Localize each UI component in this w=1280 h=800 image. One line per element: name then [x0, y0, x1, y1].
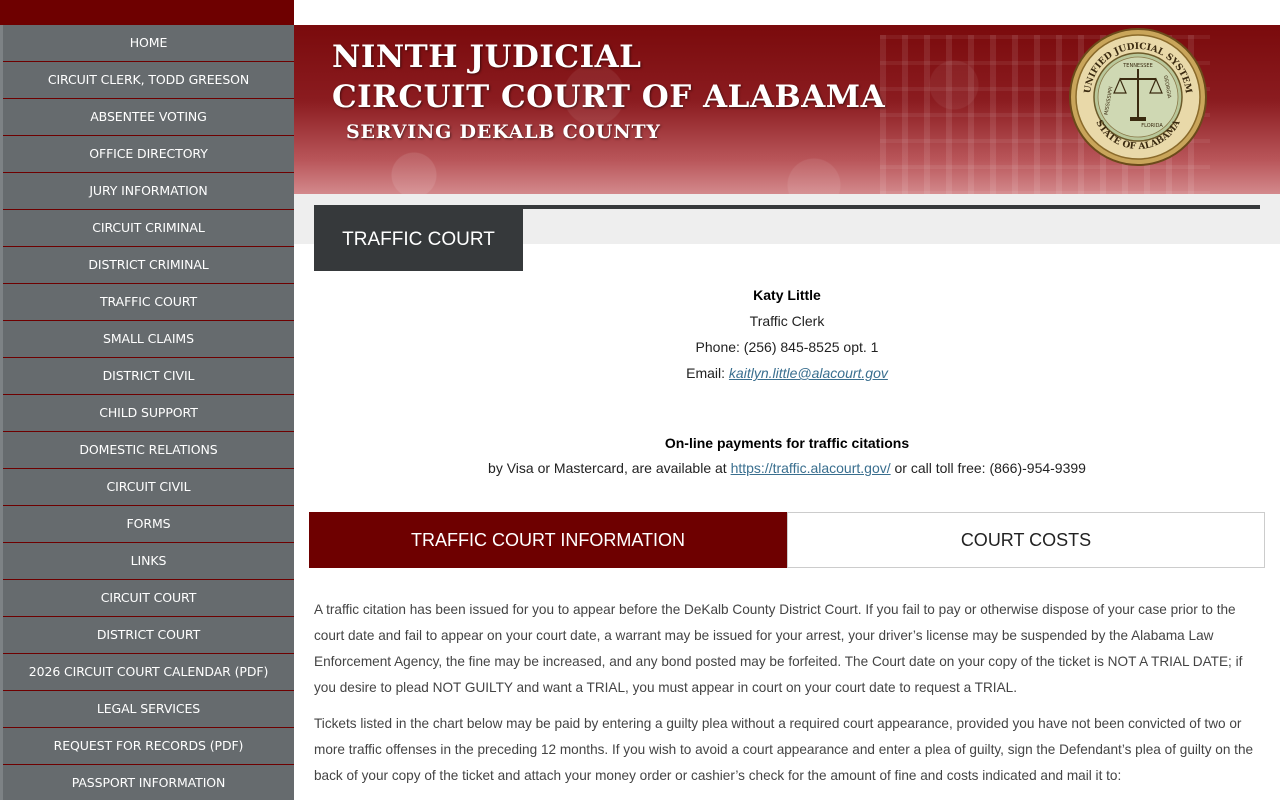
payments-link[interactable]: https://traffic.alacourt.gov/: [731, 460, 891, 476]
sidebar-item-district-criminal[interactable]: DISTRICT CRIMINAL: [0, 247, 294, 284]
clerk-phone: Phone: (256) 845-8525 opt. 1: [695, 339, 879, 355]
sidebar-top-bar: [0, 0, 294, 25]
site-banner: NINTH JUDICIAL CIRCUIT COURT OF ALABAMA …: [294, 25, 1280, 194]
seal-state-florida: FLORIDA: [1141, 123, 1163, 129]
sidebar-item-jury-information[interactable]: JURY INFORMATION: [0, 173, 294, 210]
sidebar-menu: HOME CIRCUIT CLERK, TODD GREESON ABSENTE…: [0, 25, 294, 800]
sidebar-item-domestic-relations[interactable]: DOMESTIC RELATIONS: [0, 432, 294, 469]
sidebar-item-circuit-court[interactable]: CIRCUIT COURT: [0, 580, 294, 617]
sidebar-item-office-directory[interactable]: OFFICE DIRECTORY: [0, 136, 294, 173]
sidebar-item-request-for-records[interactable]: REQUEST FOR RECORDS (PDF): [0, 728, 294, 765]
clerk-name: Katy Little: [753, 287, 821, 303]
site-title-line1: NINTH JUDICIAL: [332, 39, 642, 75]
sidebar-item-circuit-civil[interactable]: CIRCUIT CIVIL: [0, 469, 294, 506]
payments-text-before: by Visa or Mastercard, are available at: [488, 460, 731, 476]
sidebar-item-district-court[interactable]: DISTRICT COURT: [0, 617, 294, 654]
site-subtitle: SERVING DEKALB COUNTY: [346, 121, 661, 143]
clerk-email-label: Email:: [686, 365, 729, 381]
clerk-role: Traffic Clerk: [749, 313, 825, 329]
main-content: TRAFFIC COURT Katy Little Traffic Clerk …: [294, 194, 1280, 800]
sidebar-item-child-support[interactable]: CHILD SUPPORT: [0, 395, 294, 432]
clerk-contact: Katy Little Traffic Clerk Phone: (256) 8…: [294, 282, 1280, 386]
clerk-email-row: Email: kaitlyn.little@alacourt.gov: [294, 360, 1280, 386]
tab-panel-content: A traffic citation has been issued for y…: [314, 597, 1264, 799]
site-title-line2: CIRCUIT COURT OF ALABAMA: [332, 79, 886, 115]
sidebar-item-small-claims[interactable]: SMALL CLAIMS: [0, 321, 294, 358]
sidebar-item-legal-services[interactable]: LEGAL SERVICES: [0, 691, 294, 728]
sidebar-item-links[interactable]: LINKS: [0, 543, 294, 580]
payments-text-after: or call toll free: (866)-954-9399: [890, 460, 1086, 476]
alabama-judicial-seal-icon: UNIFIED JUDICIAL SYSTEM STATE OF ALABAMA…: [1069, 28, 1207, 166]
online-payments: On-line payments for traffic citations b…: [294, 431, 1280, 481]
info-paragraph: A traffic citation has been issued for y…: [314, 602, 1243, 695]
page-title: TRAFFIC COURT: [314, 208, 523, 271]
sidebar-item-circuit-criminal[interactable]: CIRCUIT CRIMINAL: [0, 210, 294, 247]
payments-text: by Visa or Mastercard, are available at …: [294, 456, 1280, 481]
header-top-strip: [294, 0, 1280, 25]
tab-traffic-court-information[interactable]: TRAFFIC COURT INFORMATION: [309, 512, 787, 568]
info-paragraph: Tickets listed in the chart below may be…: [314, 716, 1254, 783]
info-tabs: TRAFFIC COURT INFORMATION COURT COSTS: [309, 512, 1265, 568]
tab-court-costs[interactable]: COURT COSTS: [787, 512, 1265, 568]
payments-heading: On-line payments for traffic citations: [664, 435, 910, 451]
seal-state-tennessee: TENNESSEE: [1122, 63, 1153, 69]
sidebar-item-court-calendar-pdf[interactable]: 2026 CIRCUIT COURT CALENDAR (PDF): [0, 654, 294, 691]
site-title[interactable]: NINTH JUDICIAL CIRCUIT COURT OF ALABAMA: [332, 37, 885, 117]
sidebar-item-forms[interactable]: FORMS: [0, 506, 294, 543]
clerk-email-link[interactable]: kaitlyn.little@alacourt.gov: [729, 365, 888, 381]
sidebar-item-district-civil[interactable]: DISTRICT CIVIL: [0, 358, 294, 395]
sidebar-item-home[interactable]: HOME: [0, 25, 294, 62]
sidebar-item-absentee-voting[interactable]: ABSENTEE VOTING: [0, 99, 294, 136]
sidebar-item-traffic-court[interactable]: TRAFFIC COURT: [0, 284, 294, 321]
sidebar-item-circuit-clerk[interactable]: CIRCUIT CLERK, TODD GREESON: [0, 62, 294, 99]
sidebar-item-passport-information[interactable]: PASSPORT INFORMATION: [0, 765, 294, 800]
sidebar-nav: HOME CIRCUIT CLERK, TODD GREESON ABSENTE…: [0, 0, 294, 800]
